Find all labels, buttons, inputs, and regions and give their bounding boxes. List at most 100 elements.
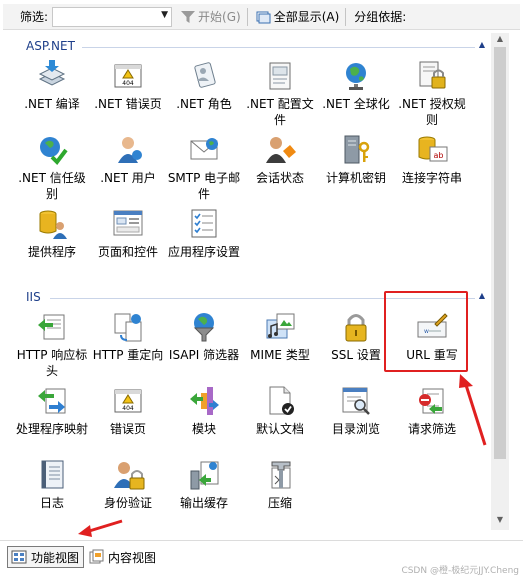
feature-label: ISAPI 筛选器 [168,348,240,362]
group-title: ASP.NET [26,39,75,53]
feature-label: .NET 错误页 [94,97,162,111]
feature-label: 处理程序映射 [15,422,88,436]
filter-label: 筛选: [20,10,49,24]
feature-label: 请求筛选 [407,422,456,436]
feature-label: .NET 角色 [176,97,232,111]
directory-browsing-icon [342,387,370,415]
feature-label: 身份验证 [103,496,152,510]
profile-icon [269,62,291,90]
connection-string-icon: ab [418,136,448,162]
features-view-icon [11,550,27,564]
feature-label: 提供程序 [27,245,76,259]
feature-item-globalization[interactable]: .NET 全球化 [318,59,394,112]
feature-label: 目录浏览 [331,422,380,436]
feature-item-http-redirect[interactable]: HTTP 重定向 [90,310,166,363]
feature-item-session-state[interactable]: 会话状态 [242,133,318,186]
features-view-label: 功能视图 [31,550,80,565]
session-state-icon [266,137,296,163]
feature-item-compression[interactable]: 压缩 [242,458,318,511]
group-header-aspnet[interactable]: ASP.NET ▲ [14,37,491,55]
app-settings-icon [191,209,217,238]
http-headers-icon [38,314,65,340]
feature-label: 默认文档 [255,422,304,436]
feature-label: 连接字符串 [401,171,462,185]
feature-item-output-caching[interactable]: 输出缓存 [166,458,242,511]
feature-item-ssl-settings[interactable]: SSL 设置 [318,310,394,363]
collapse-chevron-icon[interactable]: ▲ [479,40,485,49]
svg-text:ab: ab [434,151,444,160]
feature-item-trust-level[interactable]: .NET 信任级别 [14,133,90,202]
start-filter-button[interactable]: 开始(G) [180,8,241,25]
feature-item-connection-strings[interactable]: ab 连接字符串 [394,133,470,186]
output-cache-icon [190,461,219,490]
show-all-label: 全部显示(A) [273,10,340,24]
mime-types-icon [266,313,295,339]
tab-features-view[interactable]: 功能视图 [7,546,85,568]
feature-item-http-response-headers[interactable]: HTTP 响应标头 [14,310,90,379]
collapse-chevron-icon[interactable]: ▲ [479,291,485,300]
feature-item-request-filtering[interactable]: 请求筛选 [394,384,470,437]
feature-item-authentication[interactable]: 身份验证 [90,458,166,511]
scroll-down-arrow-icon[interactable]: ▼ [491,515,509,529]
feature-label: HTTP 响应标头 [16,348,88,378]
toolbar: 筛选: ▼ 开始(G) 全部显示(A) 分组依据: [3,4,520,30]
show-all-button[interactable]: 全部显示(A) [256,8,340,25]
feature-item-mime-types[interactable]: MIME 类型 [242,310,318,363]
feature-label: .NET 信任级别 [18,171,86,201]
feature-item-authorization-rules[interactable]: .NET 授权规则 [394,59,470,128]
feature-label: 应用程序设置 [167,245,240,259]
feature-item-pages-controls[interactable]: 页面和控件 [90,207,166,260]
feature-item-logging[interactable]: 日志 [14,458,90,511]
feature-item-machine-key[interactable]: 计算机密钥 [318,133,394,186]
users-icon [118,137,142,163]
dropdown-arrow-icon[interactable]: ▼ [161,10,168,20]
feature-item-smtp[interactable]: SMTP 电子邮件 [166,133,242,202]
content-view-icon [89,549,104,564]
feature-item-modules[interactable]: 模块 [166,384,242,437]
feature-item-app-settings[interactable]: 应用程序设置 [166,207,242,260]
feature-item-directory-browsing[interactable]: 目录浏览 [318,384,394,437]
roles-icon [194,62,216,88]
feature-item-compile[interactable]: .NET 编译 [14,59,90,112]
modules-icon [190,387,219,415]
feature-label: 计算机密钥 [325,171,386,185]
watermark-text: CSDN @橙-极纪元JJY.Cheng [401,566,519,576]
svg-text:404: 404 [122,80,134,87]
scroll-up-arrow-icon[interactable]: ▲ [491,34,509,48]
compile-icon [38,60,66,86]
feature-item-handler-mappings[interactable]: 处理程序映射 [14,384,90,437]
providers-icon [39,210,67,239]
feature-label: .NET 授权规则 [398,97,466,127]
filter-combobox[interactable]: ▼ [52,6,173,27]
error-page-icon: 404 [114,389,142,413]
request-filtering-icon [419,388,444,414]
feature-list: ASP.NET ▲ .NET 编译 404 .NET 错误页 .NET 角色 .… [14,33,491,530]
feature-item-roles[interactable]: .NET 角色 [166,59,242,112]
feature-label: HTTP 重定向 [92,348,164,362]
feature-item-users[interactable]: .NET 用户 [90,133,166,186]
compression-icon [271,461,291,489]
feature-item-providers[interactable]: 提供程序 [14,207,90,260]
feature-item-isapi-filters[interactable]: ISAPI 筛选器 [166,310,242,363]
globe-icon [346,63,366,90]
feature-label: 错误页 [109,422,146,436]
feature-item-profile[interactable]: .NET 配置文件 [242,59,318,128]
smtp-icon [190,138,218,160]
auth-rules-icon [419,61,446,89]
group-divider [82,47,475,48]
feature-item-error-pages[interactable]: 404 .NET 错误页 [90,59,166,112]
feature-label: 日志 [39,496,64,510]
feature-label: 页面和控件 [97,245,158,259]
feature-label: 压缩 [267,496,292,510]
group-by-label[interactable]: 分组依据: [354,8,406,25]
vertical-scrollbar[interactable]: ▲ ▼ [491,33,509,530]
scrollbar-thumb[interactable] [494,47,506,459]
tab-content-view[interactable]: 内容视图 [85,546,160,568]
feature-item-error-pages-iis[interactable]: 404 错误页 [90,384,166,437]
feature-label: .NET 编译 [24,97,80,111]
feature-item-default-document[interactable]: 默认文档 [242,384,318,437]
view-tab-bar: 功能视图 内容视图 CSDN @橙-极纪元JJY.Cheng [0,540,523,578]
group-title: IIS [26,290,41,304]
pages-controls-icon [113,210,143,236]
feature-label: 会话状态 [255,171,304,185]
